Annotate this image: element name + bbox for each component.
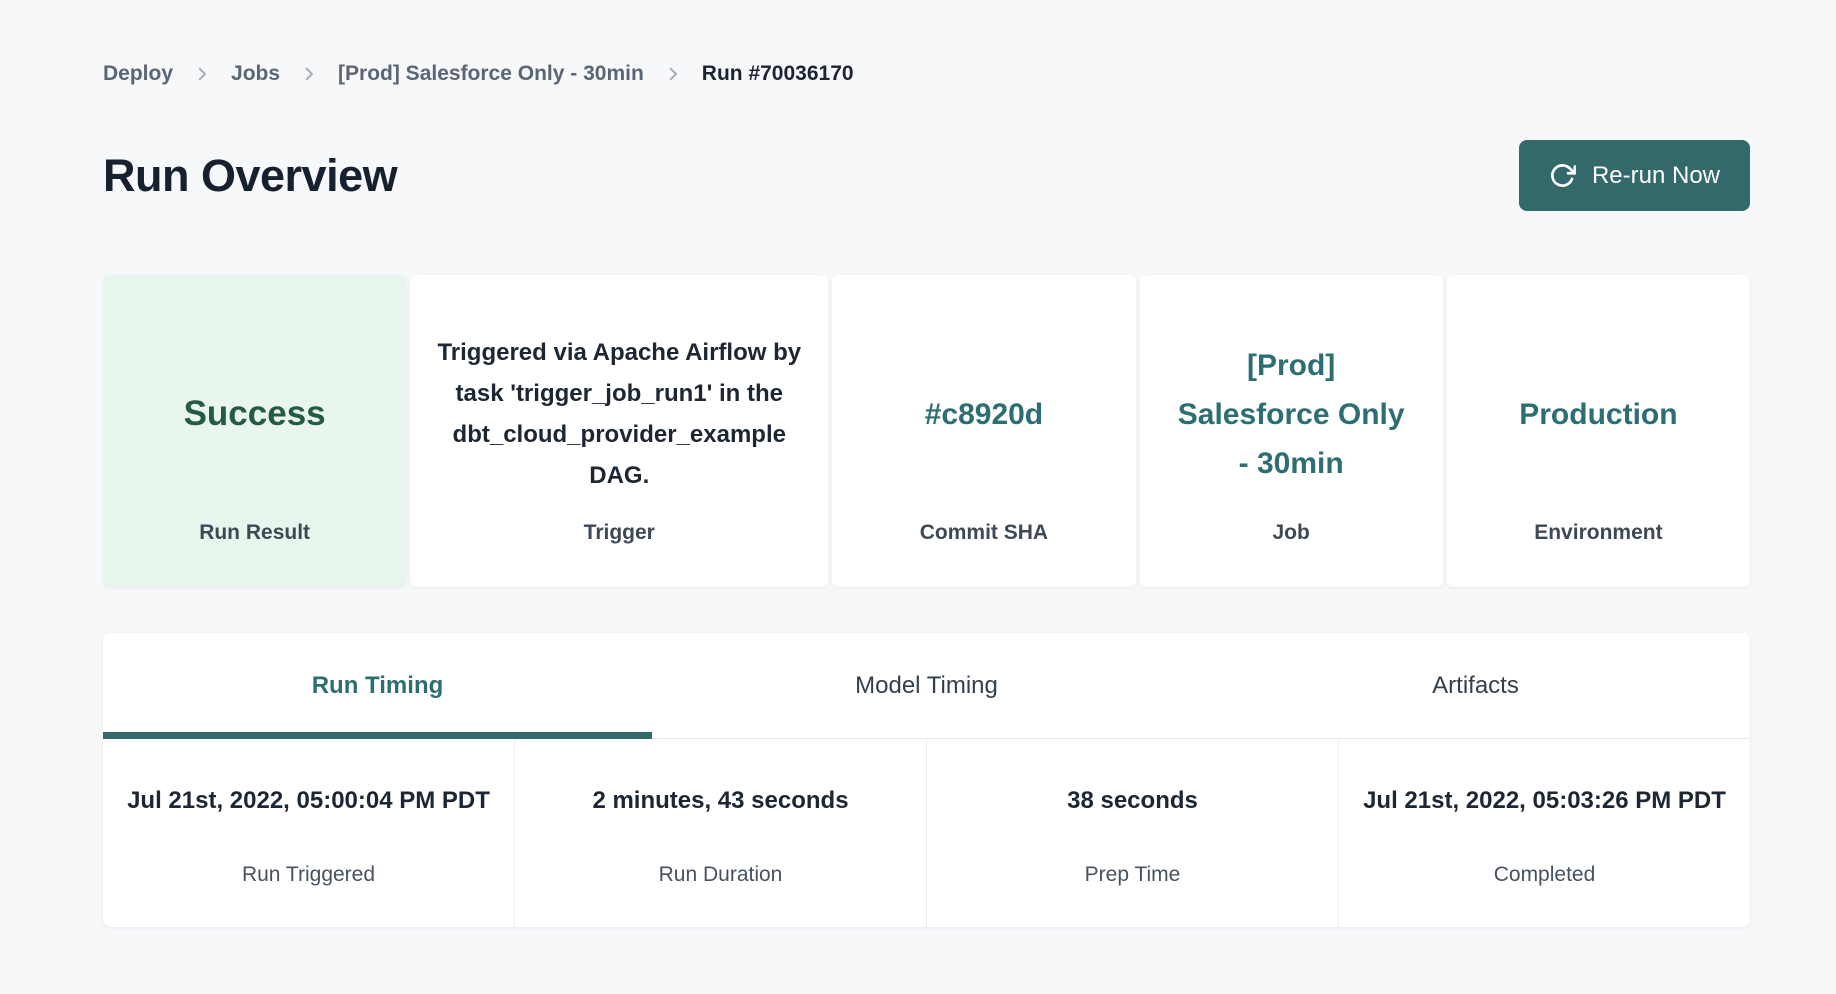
tab-artifacts[interactable]: Artifacts xyxy=(1201,633,1750,738)
environment-label: Environment xyxy=(1471,521,1726,545)
trigger-value: Triggered via Apache Airflow by task 'tr… xyxy=(434,332,804,496)
tab-run-timing[interactable]: Run Timing xyxy=(103,633,652,738)
run-summary-cards: Success Run Result Triggered via Apache … xyxy=(103,275,1750,587)
trigger-card: Triggered via Apache Airflow by task 'tr… xyxy=(410,275,828,587)
breadcrumb-item-deploy[interactable]: Deploy xyxy=(103,62,173,86)
job-value-wrap: [Prod] Salesforce Only - 30min xyxy=(1164,307,1419,521)
rerun-now-button-label: Re-run Now xyxy=(1592,162,1720,190)
completed-cell: Jul 21st, 2022, 05:03:26 PM PDT Complete… xyxy=(1338,739,1750,927)
completed-label: Completed xyxy=(1339,863,1750,887)
prep-time-cell: 38 seconds Prep Time xyxy=(926,739,1338,927)
run-timing-content: Jul 21st, 2022, 05:00:04 PM PDT Run Trig… xyxy=(103,739,1750,927)
environment-card: Production Environment xyxy=(1447,275,1750,587)
run-details-panel: Run Timing Model Timing Artifacts Jul 21… xyxy=(103,633,1750,927)
job-link[interactable]: [Prod] Salesforce Only - 30min xyxy=(1174,341,1409,488)
commit-sha-value-wrap: #c8920d xyxy=(856,307,1111,521)
run-duration-label: Run Duration xyxy=(515,863,926,887)
run-triggered-cell: Jul 21st, 2022, 05:00:04 PM PDT Run Trig… xyxy=(103,739,514,927)
prep-time-label: Prep Time xyxy=(927,863,1338,887)
completed-value: Jul 21st, 2022, 05:03:26 PM PDT xyxy=(1350,781,1740,861)
run-result-value: Success xyxy=(184,394,326,434)
commit-sha-label: Commit SHA xyxy=(856,521,1111,545)
environment-value-wrap: Production xyxy=(1471,307,1726,521)
chevron-right-icon xyxy=(300,65,318,83)
page-title: Run Overview xyxy=(103,150,397,202)
prep-time-value: 38 seconds xyxy=(938,781,1328,861)
run-duration-cell: 2 minutes, 43 seconds Run Duration xyxy=(514,739,926,927)
run-result-label: Run Result xyxy=(127,521,382,545)
tab-model-timing[interactable]: Model Timing xyxy=(652,633,1201,738)
breadcrumb-item-jobs[interactable]: Jobs xyxy=(231,62,280,86)
breadcrumb-item-run-number: Run #70036170 xyxy=(702,62,854,86)
run-result-value-wrap: Success xyxy=(127,307,382,521)
run-overview-page: Deploy Jobs [Prod] Salesforce Only - 30m… xyxy=(0,0,1836,927)
chevron-right-icon xyxy=(664,65,682,83)
chevron-right-icon xyxy=(193,65,211,83)
refresh-icon xyxy=(1549,162,1576,189)
run-triggered-value: Jul 21st, 2022, 05:00:04 PM PDT xyxy=(114,781,504,861)
commit-sha-card: #c8920d Commit SHA xyxy=(832,275,1135,587)
trigger-label: Trigger xyxy=(434,521,804,545)
rerun-now-button[interactable]: Re-run Now xyxy=(1519,140,1750,211)
page-header: Run Overview Re-run Now xyxy=(103,140,1750,211)
run-duration-value: 2 minutes, 43 seconds xyxy=(526,781,916,861)
breadcrumb: Deploy Jobs [Prod] Salesforce Only - 30m… xyxy=(103,56,1750,92)
breadcrumb-item-job-name[interactable]: [Prod] Salesforce Only - 30min xyxy=(338,62,644,86)
run-triggered-label: Run Triggered xyxy=(103,863,514,887)
commit-sha-link[interactable]: #c8920d xyxy=(925,390,1043,439)
job-card: [Prod] Salesforce Only - 30min Job xyxy=(1140,275,1443,587)
job-label: Job xyxy=(1164,521,1419,545)
run-result-card: Success Run Result xyxy=(103,275,406,587)
tab-bar: Run Timing Model Timing Artifacts xyxy=(103,633,1750,739)
trigger-value-wrap: Triggered via Apache Airflow by task 'tr… xyxy=(434,307,804,521)
environment-link[interactable]: Production xyxy=(1519,390,1677,439)
